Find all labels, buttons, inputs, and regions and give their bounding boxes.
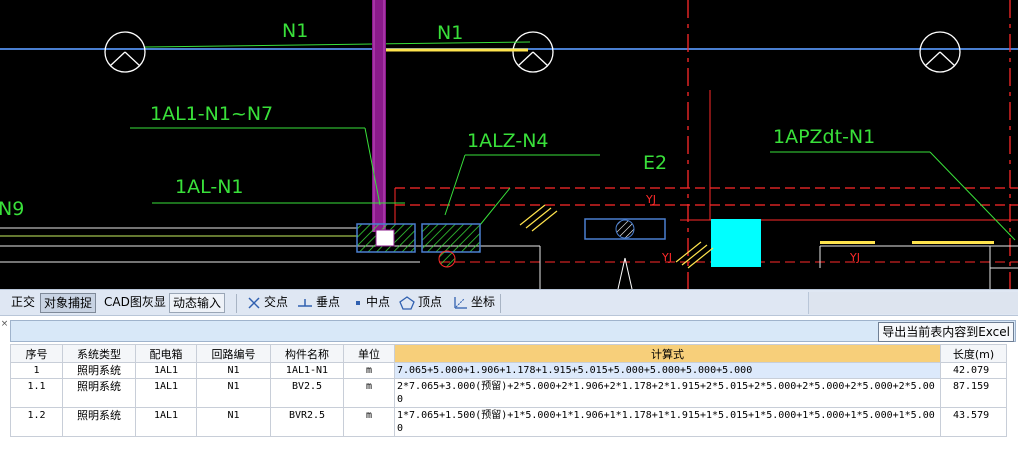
table-row[interactable]: 1.1 照明系统 1AL1 N1 BV2.5 m 2*7.065+3.000(预… bbox=[10, 378, 1007, 408]
cad-gray-toggle[interactable]: CAD图灰显 bbox=[101, 293, 169, 313]
table-row[interactable]: 1.2 照明系统 1AL1 N1 BVR2.5 m 1*7.065+1.500(… bbox=[10, 407, 1007, 437]
cell-panel-box: 1AL1 bbox=[135, 407, 197, 437]
close-icon[interactable]: × bbox=[0, 320, 9, 329]
table-header-row: 序号 系统类型 配电箱 回路编号 构件名称 单位 计算式 长度(m) bbox=[10, 344, 1007, 363]
cell-system-type: 照明系统 bbox=[62, 378, 136, 408]
annotation-leader bbox=[479, 187, 511, 226]
snap-coordinate-label: 坐标 bbox=[471, 295, 496, 309]
snap-toolbar: 正交 对象捕捉 CAD图灰显 动态输入 交点 垂点 中点 顶点 坐标 bbox=[0, 289, 1018, 316]
cell-formula[interactable]: 7.065+5.000+1.906+1.178+1.915+5.015+5.00… bbox=[394, 362, 941, 379]
cell-formula[interactable]: 1*7.065+1.500(预留)+1*5.000+1*1.906+1*1.17… bbox=[394, 407, 941, 437]
cell-unit: m bbox=[343, 362, 395, 379]
label-circuit-1alz: 1ALZ-N4 bbox=[467, 130, 549, 152]
perpendicular-icon bbox=[298, 298, 312, 307]
column-header-unit[interactable]: 单位 bbox=[343, 344, 395, 363]
label-circuit-1apzdt: 1APZdt-N1 bbox=[773, 126, 876, 148]
label-n9: N9 bbox=[0, 198, 25, 220]
cell-length: 87.159 bbox=[940, 378, 1007, 408]
coordinate-icon bbox=[454, 296, 467, 309]
conduit-strip bbox=[820, 241, 875, 244]
cell-length: 43.579 bbox=[940, 407, 1007, 437]
cell-component: BVR2.5 bbox=[270, 407, 344, 437]
column-header-circuit-no[interactable]: 回路编号 bbox=[196, 344, 271, 363]
cell-panel-box: 1AL1 bbox=[135, 362, 197, 379]
ortho-toggle[interactable]: 正交 bbox=[8, 293, 38, 313]
cell-length: 42.079 bbox=[940, 362, 1007, 379]
cell-circuit-no: N1 bbox=[196, 407, 271, 437]
selected-box-marker bbox=[375, 229, 395, 247]
cad-drawing-canvas[interactable]: N1 N1 1AL1-N1~N7 1ALZ-N4 1AL-N1 1APZdt-N… bbox=[0, 0, 1018, 289]
snap-perpendicular-label: 垂点 bbox=[316, 295, 341, 309]
toolbar-status-area bbox=[808, 292, 1018, 314]
cell-index: 1.2 bbox=[10, 407, 63, 437]
cell-unit: m bbox=[343, 407, 395, 437]
label-n1-left: N1 bbox=[282, 20, 309, 42]
label-e2: E2 bbox=[643, 152, 668, 174]
label-n1-right: N1 bbox=[437, 22, 464, 44]
object-snap-toggle[interactable]: 对象捕捉 bbox=[40, 293, 97, 313]
n1-leader bbox=[144, 41, 531, 48]
snap-midpoint-label: 中点 bbox=[366, 295, 391, 309]
calculation-result-panel: × 导出当前表内容到Excel 序号 系统类型 配电箱 回路编号 构件名称 单位… bbox=[0, 316, 1018, 469]
cell-index: 1.1 bbox=[10, 378, 63, 408]
cell-system-type: 照明系统 bbox=[62, 362, 136, 379]
column-header-formula[interactable]: 计算式 bbox=[394, 344, 941, 363]
column-header-index[interactable]: 序号 bbox=[10, 344, 63, 363]
toolbar-separator bbox=[500, 294, 501, 313]
snap-midpoint-button[interactable]: 中点 bbox=[350, 293, 393, 313]
label-circuit-1al1: 1AL1-N1~N7 bbox=[150, 103, 274, 125]
label-circuit-1al: 1AL-N1 bbox=[175, 176, 244, 198]
snap-vertex-label: 顶点 bbox=[418, 295, 443, 309]
lamp-symbol bbox=[617, 257, 633, 289]
panel-header-bar: 导出当前表内容到Excel bbox=[10, 320, 1016, 342]
calculation-table: 序号 系统类型 配电箱 回路编号 构件名称 单位 计算式 长度(m) 1 照明系… bbox=[10, 344, 1007, 437]
column-header-panel-box[interactable]: 配电箱 bbox=[135, 344, 197, 363]
light-fixture-circle bbox=[615, 219, 635, 239]
cell-system-type: 照明系统 bbox=[62, 407, 136, 437]
table-row[interactable]: 1 照明系统 1AL1 N1 1AL1-N1 m 7.065+5.000+1.9… bbox=[10, 362, 1007, 379]
cell-circuit-no: N1 bbox=[196, 362, 271, 379]
cell-circuit-no: N1 bbox=[196, 378, 271, 408]
conduit-strip bbox=[912, 241, 994, 244]
midpoint-icon bbox=[356, 300, 360, 305]
cell-panel-box: 1AL1 bbox=[135, 378, 197, 408]
snap-perpendicular-button[interactable]: 垂点 bbox=[294, 293, 343, 313]
cell-component: 1AL1-N1 bbox=[270, 362, 344, 379]
equipment-block[interactable] bbox=[711, 219, 761, 267]
cell-component: BV2.5 bbox=[270, 378, 344, 408]
annotation-leader bbox=[929, 151, 1016, 241]
axis-marker-center bbox=[512, 31, 554, 73]
axis-marker-left bbox=[104, 31, 146, 73]
cell-index: 1 bbox=[10, 362, 63, 379]
annotation-leader bbox=[444, 154, 466, 216]
intersection-icon bbox=[248, 296, 260, 309]
snap-intersection-label: 交点 bbox=[264, 295, 289, 309]
snap-intersection-button[interactable]: 交点 bbox=[244, 293, 291, 313]
dynamic-input-toggle[interactable]: 动态输入 bbox=[169, 293, 226, 313]
label-yj: YJ bbox=[646, 193, 656, 206]
export-excel-button[interactable]: 导出当前表内容到Excel bbox=[878, 322, 1014, 342]
distribution-box[interactable] bbox=[421, 223, 481, 253]
cell-formula[interactable]: 2*7.065+3.000(预留)+2*5.000+2*1.906+2*1.17… bbox=[394, 378, 941, 408]
cell-unit: m bbox=[343, 378, 395, 408]
snap-coordinate-button[interactable]: 坐标 bbox=[449, 293, 498, 313]
label-yj: YJ bbox=[662, 251, 672, 264]
axis-marker-right bbox=[919, 31, 961, 73]
fixture bbox=[438, 250, 456, 268]
label-yj: YJ bbox=[850, 251, 860, 264]
toolbar-separator bbox=[236, 294, 237, 313]
snap-vertex-button[interactable]: 顶点 bbox=[396, 293, 445, 313]
wall-ticks bbox=[519, 204, 714, 269]
column-header-component[interactable]: 构件名称 bbox=[270, 344, 344, 363]
vertex-icon bbox=[399, 295, 415, 310]
column-header-system-type[interactable]: 系统类型 bbox=[62, 344, 136, 363]
column-header-length[interactable]: 长度(m) bbox=[940, 344, 1007, 363]
